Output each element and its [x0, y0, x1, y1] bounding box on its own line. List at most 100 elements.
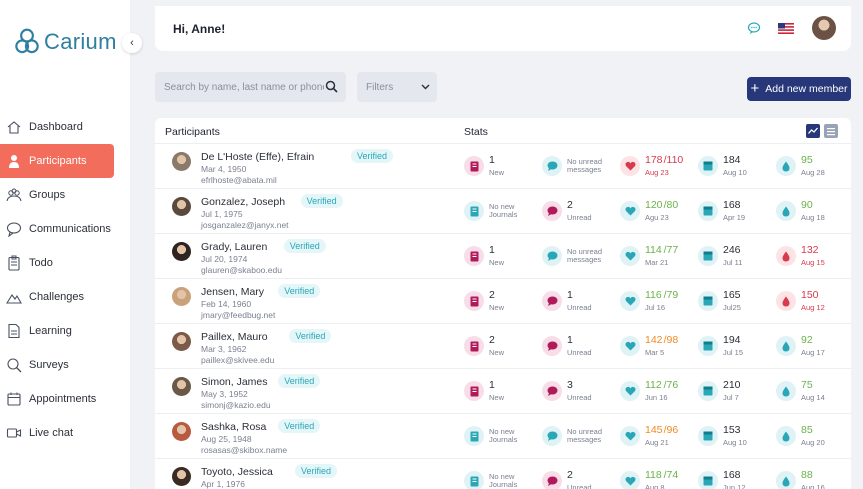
- message-icon[interactable]: [542, 471, 562, 489]
- drop-icon[interactable]: [776, 246, 796, 266]
- sidebar-item-groups[interactable]: Groups: [0, 178, 130, 212]
- steps-icon[interactable]: [698, 246, 718, 266]
- us-flag-icon[interactable]: [778, 23, 794, 34]
- verified-badge: Verified: [300, 194, 343, 208]
- sidebar-item-live-chat[interactable]: Live chat: [0, 416, 130, 450]
- sidebar-item-participants[interactable]: Participants: [0, 144, 114, 178]
- drop-icon[interactable]: [776, 471, 796, 489]
- sidebar-item-appointments[interactable]: Appointments: [0, 382, 130, 416]
- participant-name[interactable]: Jensen, Mary: [201, 286, 264, 298]
- drop-icon[interactable]: [776, 201, 796, 221]
- table-row[interactable]: Toyoto, Jessica Verified Apr 1, 1976 No new…: [155, 458, 851, 489]
- filters-dropdown[interactable]: Filters: [357, 72, 437, 102]
- table-row[interactable]: De L'Hoste (Effe), Efrain Verified Mar 4, …: [155, 143, 851, 188]
- drop-icon[interactable]: [776, 156, 796, 176]
- user-avatar[interactable]: [812, 16, 836, 40]
- view-toggle: [806, 124, 838, 138]
- collapse-sidebar-button[interactable]: ‹: [122, 33, 142, 53]
- drop-icon[interactable]: [776, 381, 796, 401]
- heart-icon[interactable]: [620, 201, 640, 221]
- participant-avatar[interactable]: [172, 242, 191, 261]
- steps-icon[interactable]: [698, 201, 718, 221]
- sidebar-item-dashboard[interactable]: Dashboard: [0, 110, 130, 144]
- steps-icon[interactable]: [698, 471, 718, 489]
- chat-icon[interactable]: [747, 21, 761, 35]
- bp-systolic: 178: [645, 154, 663, 166]
- sidebar-item-todo[interactable]: Todo: [0, 246, 130, 280]
- journal-label: New: [489, 168, 505, 177]
- message-icon[interactable]: [542, 246, 562, 266]
- participant-avatar[interactable]: [172, 287, 191, 306]
- heart-icon[interactable]: [620, 426, 640, 446]
- drop-icon[interactable]: [776, 336, 796, 356]
- message-icon[interactable]: [542, 336, 562, 356]
- participant-dob: Mar 4, 1950: [201, 164, 247, 174]
- journal-icon[interactable]: [464, 381, 484, 401]
- journal-icon[interactable]: [464, 291, 484, 311]
- participant-name[interactable]: Paillex, Mauro: [201, 331, 268, 343]
- bp-systolic: 145: [645, 424, 663, 436]
- chart-view-button[interactable]: [806, 124, 820, 138]
- table-row[interactable]: Gonzalez, Joseph Verified Jul 1, 1975 josga…: [155, 188, 851, 233]
- drop-icon[interactable]: [776, 291, 796, 311]
- heart-icon[interactable]: [620, 381, 640, 401]
- participant-avatar[interactable]: [172, 422, 191, 441]
- carium-logo[interactable]: Carium: [14, 26, 117, 58]
- table-row[interactable]: Jensen, Mary Verified Feb 14, 1960 jmary@fe…: [155, 278, 851, 323]
- search-icon[interactable]: [325, 80, 338, 93]
- message-icon[interactable]: [542, 201, 562, 221]
- search-input[interactable]: [164, 81, 324, 93]
- heart-icon[interactable]: [620, 156, 640, 176]
- participant-name[interactable]: De L'Hoste (Effe), Efrain: [201, 151, 314, 163]
- message-icon[interactable]: [542, 381, 562, 401]
- journal-icon[interactable]: [464, 156, 484, 176]
- journal-icon[interactable]: [464, 201, 484, 221]
- participant-avatar[interactable]: [172, 332, 191, 351]
- steps-icon[interactable]: [698, 381, 718, 401]
- message-icon[interactable]: [542, 426, 562, 446]
- heart-icon[interactable]: [620, 336, 640, 356]
- participant-email: glauren@skaboo.edu: [201, 265, 282, 275]
- steps-icon[interactable]: [698, 426, 718, 446]
- heart-icon[interactable]: [620, 246, 640, 266]
- message-icon[interactable]: [542, 156, 562, 176]
- drop-icon[interactable]: [776, 426, 796, 446]
- glucose-date: Aug 18: [801, 213, 825, 222]
- steps-icon[interactable]: [698, 156, 718, 176]
- steps-icon[interactable]: [698, 291, 718, 311]
- participant-avatar[interactable]: [172, 467, 191, 486]
- participant-name[interactable]: Toyoto, Jessica: [201, 466, 273, 478]
- participant-name[interactable]: Grady, Lauren: [201, 241, 267, 253]
- participant-avatar[interactable]: [172, 197, 191, 216]
- verified-badge: Verified: [278, 419, 321, 433]
- bp-systolic: 120: [645, 199, 663, 211]
- sidebar-item-learning[interactable]: Learning: [0, 314, 130, 348]
- participant-name[interactable]: Simon, James: [201, 376, 268, 388]
- journal-icon[interactable]: [464, 336, 484, 356]
- steps-icon[interactable]: [698, 336, 718, 356]
- table-row[interactable]: Simon, James Verified May 3, 1952 simonj@ka…: [155, 368, 851, 413]
- journal-icon[interactable]: [464, 471, 484, 489]
- sidebar-item-surveys[interactable]: Surveys: [0, 348, 130, 382]
- participant-name[interactable]: Gonzalez, Joseph: [201, 196, 285, 208]
- bp-date: Aug 8: [645, 483, 665, 489]
- bp-diastolic: /80: [663, 199, 679, 211]
- list-view-button[interactable]: [824, 124, 838, 138]
- journal-icon[interactable]: [464, 246, 484, 266]
- journal-icon[interactable]: [464, 426, 484, 446]
- glucose-date: Aug 20: [801, 438, 825, 447]
- message-icon[interactable]: [542, 291, 562, 311]
- table-row[interactable]: Sashka, Rosa Verified Aug 25, 1948 rosasas@…: [155, 413, 851, 458]
- sidebar-item-challenges[interactable]: Challenges: [0, 280, 130, 314]
- sidebar-item-communications[interactable]: Communications: [0, 212, 130, 246]
- add-new-member-button[interactable]: + Add new member: [747, 77, 851, 101]
- participant-avatar[interactable]: [172, 152, 191, 171]
- participant-avatar[interactable]: [172, 377, 191, 396]
- heart-icon[interactable]: [620, 291, 640, 311]
- participant-name[interactable]: Sashka, Rosa: [201, 421, 266, 433]
- verified-badge: Verified: [351, 149, 394, 163]
- table-row[interactable]: Paillex, Mauro Verified Mar 3, 1962 paillex…: [155, 323, 851, 368]
- message-count: 1: [567, 289, 573, 301]
- heart-icon[interactable]: [620, 471, 640, 489]
- table-row[interactable]: Grady, Lauren Verified Jul 20, 1974 glauren…: [155, 233, 851, 278]
